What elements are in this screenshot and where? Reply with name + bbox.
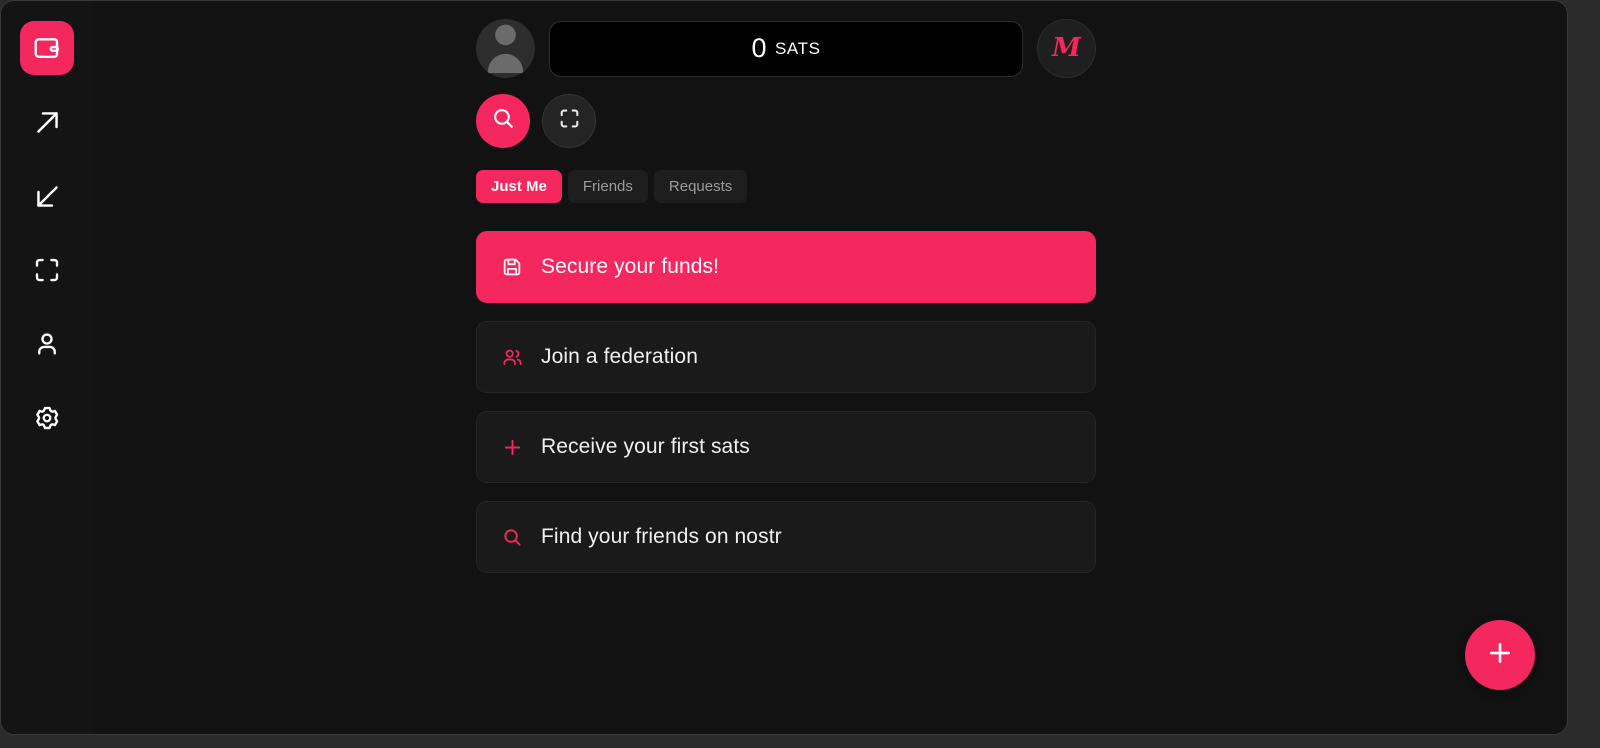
plus-icon [1485, 638, 1515, 673]
gear-icon [32, 403, 62, 433]
sidebar-item-scan[interactable] [20, 243, 74, 297]
app-window: 0 SATS M Just Me Friends Requests Secure… [0, 0, 1568, 735]
search-icon [491, 106, 516, 136]
balance-amount: 0 [751, 33, 767, 63]
sidebar-item-send[interactable] [20, 95, 74, 149]
person-icon [32, 329, 62, 359]
card-label: Find your friends on nostr [541, 525, 782, 549]
main-area: 0 SATS M Just Me Friends Requests Secure… [93, 1, 1567, 734]
search-button[interactable] [476, 94, 530, 148]
scan-button[interactable] [542, 94, 596, 148]
add-button[interactable] [1465, 620, 1535, 690]
tab-bar: Just Me Friends Requests [476, 170, 1096, 204]
arrow-down-left-icon [32, 181, 63, 212]
balance-display[interactable]: 0 SATS [549, 20, 1023, 77]
balance-unit: SATS [774, 38, 821, 58]
plus-icon [499, 436, 525, 459]
sidebar [1, 1, 93, 734]
card-label: Join a federation [541, 345, 698, 369]
brand-button[interactable]: M [1037, 19, 1096, 78]
sidebar-item-settings[interactable] [20, 391, 74, 445]
brand-m-icon: M [1052, 32, 1081, 63]
sidebar-item-profile[interactable] [20, 317, 74, 371]
scan-icon [32, 255, 62, 285]
card-label: Secure your funds! [541, 255, 720, 279]
onboarding-card-list: Secure your funds! Join a federation Rec… [476, 231, 1096, 574]
search-icon [499, 526, 525, 549]
wallet-icon [32, 33, 62, 63]
save-icon [499, 256, 525, 278]
action-row [476, 94, 1096, 148]
sidebar-item-wallet[interactable] [20, 21, 74, 75]
arrow-up-right-icon [32, 107, 63, 138]
content-column: 0 SATS M Just Me Friends Requests Secure… [476, 1, 1096, 591]
tab-just-me[interactable]: Just Me [476, 170, 562, 204]
card-join-a-federation[interactable]: Join a federation [476, 321, 1096, 394]
scan-icon [557, 106, 582, 136]
card-receive-your-first-sats[interactable]: Receive your first sats [476, 411, 1096, 484]
tab-friends[interactable]: Friends [567, 170, 648, 204]
card-label: Receive your first sats [541, 435, 750, 459]
default-avatar-icon [476, 19, 535, 78]
users-icon [499, 346, 525, 369]
sidebar-item-receive[interactable] [20, 169, 74, 223]
tab-requests[interactable]: Requests [653, 170, 748, 204]
card-find-your-friends-on-nostr[interactable]: Find your friends on nostr [476, 501, 1096, 574]
header-row: 0 SATS M [476, 19, 1096, 78]
card-secure-your-funds[interactable]: Secure your funds! [476, 231, 1096, 304]
avatar[interactable] [476, 19, 535, 78]
